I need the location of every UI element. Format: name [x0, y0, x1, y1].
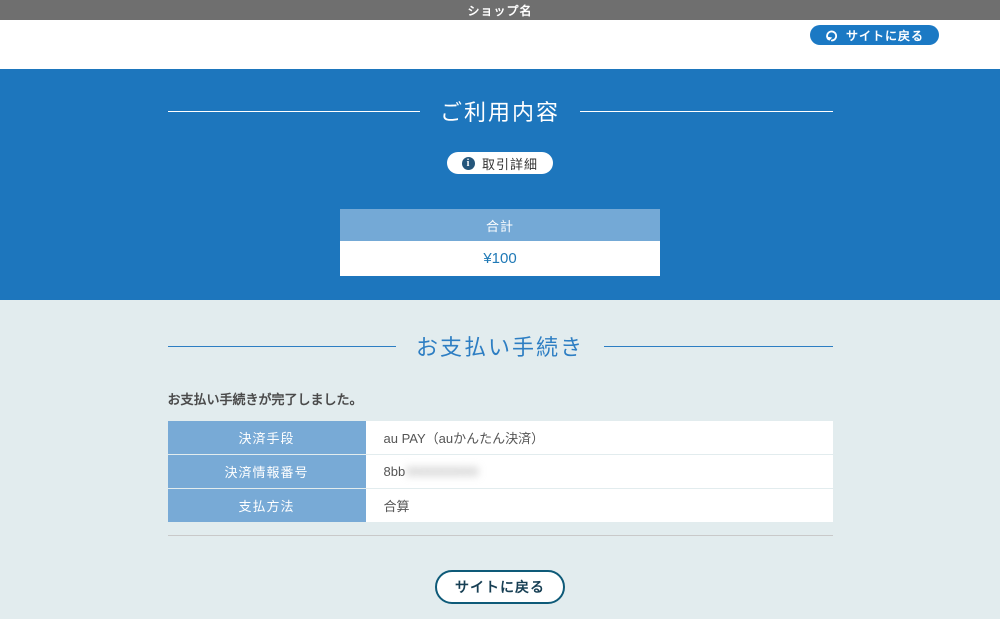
payment-title-row: お支払い手続き [168, 300, 833, 362]
table-row: 決済情報番号 8bb 0000000000 [168, 455, 833, 488]
table-row: 決済手段 au PAY（auかんたん決済） [168, 421, 833, 454]
top-bar: ショップ名 [0, 0, 1000, 20]
payment-method-label: 決済手段 [168, 421, 366, 454]
total-amount: ¥100 [340, 241, 660, 276]
payment-detail-table: 決済手段 au PAY（auかんたん決済） 決済情報番号 8bb 0000000… [168, 421, 833, 522]
return-to-site-button-top[interactable]: サイトに戻る [810, 25, 939, 45]
title-line-left [168, 111, 421, 112]
table-row: 支払方法 合算 [168, 489, 833, 522]
title-line-right [580, 111, 833, 112]
transaction-details-label: 取引詳細 [482, 154, 538, 173]
usage-title-row: ご利用内容 [168, 69, 833, 127]
payment-section-title: お支払い手続き [416, 330, 584, 362]
payment-info-number-label: 決済情報番号 [168, 455, 366, 488]
return-to-site-button-bottom[interactable]: サイトに戻る [435, 570, 565, 604]
title-line-left [168, 346, 397, 347]
usage-section-title: ご利用内容 [440, 95, 560, 127]
shop-name: ショップ名 [467, 2, 532, 19]
return-to-site-label: サイトに戻る [846, 27, 924, 44]
total-table: 合計 ¥100 [340, 209, 660, 276]
transaction-details-button[interactable]: i 取引詳細 [447, 152, 553, 174]
usage-section: ご利用内容 i 取引詳細 合計 ¥100 [0, 69, 1000, 300]
payment-info-number-visible: 8bb [384, 464, 406, 479]
info-icon: i [462, 157, 475, 170]
sub-header: サイトに戻る [0, 20, 1000, 69]
payment-method-value: au PAY（auかんたん決済） [366, 421, 833, 454]
payment-info-number-redacted: 0000000000 [406, 464, 478, 479]
payment-way-label: 支払方法 [168, 489, 366, 522]
total-table-header: 合計 [340, 209, 660, 241]
payment-section: お支払い手続き お支払い手続きが完了しました。 決済手段 au PAY（auかん… [0, 300, 1000, 619]
payment-complete-message: お支払い手続きが完了しました。 [168, 389, 833, 408]
payment-info-number-value: 8bb 0000000000 [366, 455, 833, 488]
payment-way-value: 合算 [366, 489, 833, 522]
divider [168, 535, 833, 536]
return-arrow-icon [825, 29, 838, 42]
title-line-right [604, 346, 833, 347]
